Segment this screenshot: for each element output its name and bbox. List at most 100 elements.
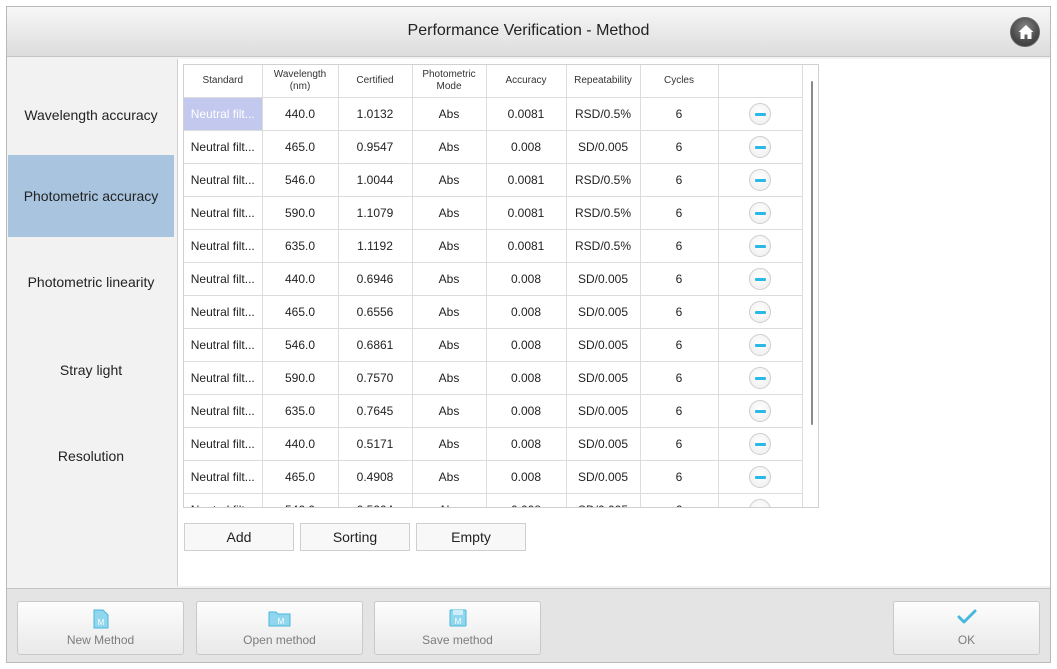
remove-row-button[interactable]	[749, 333, 771, 356]
cell-certified[interactable]: 0.6946	[338, 262, 413, 296]
cell-accuracy[interactable]: 0.008	[486, 493, 567, 507]
column-header-certified[interactable]: Certified	[338, 65, 413, 98]
column-header-standard[interactable]: Standard	[184, 65, 263, 98]
cell-accuracy[interactable]: 0.0081	[486, 163, 567, 197]
cell-cycles[interactable]: 6	[640, 163, 719, 197]
column-header-wavelength[interactable]: Wavelength (nm)	[262, 65, 339, 98]
sorting-button[interactable]: Sorting	[300, 523, 410, 551]
remove-row-button[interactable]	[749, 234, 771, 257]
cell-wavelength[interactable]: 440.0	[262, 97, 339, 131]
cell-standard[interactable]: Neutral filt...	[184, 196, 263, 230]
cell-wavelength[interactable]: 546.0	[262, 493, 339, 507]
table-scrollbar[interactable]	[811, 81, 813, 425]
cell-wavelength[interactable]: 465.0	[262, 295, 339, 329]
cell-repeatability[interactable]: SD/0.005	[566, 130, 641, 164]
open-method-button[interactable]: M Open method	[196, 601, 363, 655]
cell-wavelength[interactable]: 590.0	[262, 361, 339, 395]
cell-cycles[interactable]: 6	[640, 394, 719, 428]
sidebar-item-wavelength-accuracy[interactable]: Wavelength accuracy	[8, 74, 174, 156]
cell-certified[interactable]: 0.9547	[338, 130, 413, 164]
cell-standard[interactable]: Neutral filt...	[184, 163, 263, 197]
cell-certified[interactable]: 1.0044	[338, 163, 413, 197]
cell-standard[interactable]: Neutral filt...	[184, 394, 263, 428]
cell-standard[interactable]: Neutral filt...	[184, 130, 263, 164]
cell-standard[interactable]: Neutral filt...	[184, 229, 263, 263]
cell-accuracy[interactable]: 0.008	[486, 427, 567, 461]
cell-repeatability[interactable]: RSD/0.5%	[566, 196, 641, 230]
cell-certified[interactable]: 0.5171	[338, 427, 413, 461]
ok-button[interactable]: OK	[893, 601, 1040, 655]
cell-accuracy[interactable]: 0.0081	[486, 196, 567, 230]
cell-photometric-mode[interactable]: Abs	[412, 163, 487, 197]
cell-certified[interactable]: 0.7570	[338, 361, 413, 395]
cell-accuracy[interactable]: 0.0081	[486, 229, 567, 263]
cell-cycles[interactable]: 6	[640, 196, 719, 230]
cell-photometric-mode[interactable]: Abs	[412, 97, 487, 131]
cell-certified[interactable]: 0.5204	[338, 493, 413, 507]
cell-cycles[interactable]: 6	[640, 229, 719, 263]
cell-wavelength[interactable]: 546.0	[262, 328, 339, 362]
cell-accuracy[interactable]: 0.008	[486, 130, 567, 164]
cell-standard[interactable]: Neutral filt...	[184, 328, 263, 362]
cell-wavelength[interactable]: 590.0	[262, 196, 339, 230]
cell-photometric-mode[interactable]: Abs	[412, 361, 487, 395]
cell-cycles[interactable]: 6	[640, 460, 719, 494]
remove-row-button[interactable]	[749, 135, 771, 158]
column-header-accuracy[interactable]: Accuracy	[486, 65, 567, 98]
table-row[interactable]: Neutral filt... 546.0 0.6861 Abs 0.008 SD/0.0…	[184, 328, 803, 362]
cell-repeatability[interactable]: SD/0.005	[566, 361, 641, 395]
cell-certified[interactable]: 0.4908	[338, 460, 413, 494]
cell-photometric-mode[interactable]: Abs	[412, 295, 487, 329]
table-row[interactable]: Neutral filt... 635.0 0.7645 Abs 0.008 SD/0.0…	[184, 394, 803, 428]
cell-standard[interactable]: Neutral filt...	[184, 460, 263, 494]
cell-repeatability[interactable]: SD/0.005	[566, 262, 641, 296]
table-row[interactable]: Neutral filt... 440.0 0.6946 Abs 0.008 SD/0.0…	[184, 262, 803, 296]
remove-row-button[interactable]	[749, 498, 771, 507]
cell-accuracy[interactable]: 0.008	[486, 295, 567, 329]
cell-photometric-mode[interactable]: Abs	[412, 229, 487, 263]
table-row[interactable]: Neutral filt... 440.0 0.5171 Abs 0.008 SD/0.0…	[184, 427, 803, 461]
cell-cycles[interactable]: 6	[640, 97, 719, 131]
cell-photometric-mode[interactable]: Abs	[412, 493, 487, 507]
cell-repeatability[interactable]: RSD/0.5%	[566, 229, 641, 263]
remove-row-button[interactable]	[749, 300, 771, 323]
cell-wavelength[interactable]: 465.0	[262, 460, 339, 494]
remove-row-button[interactable]	[749, 399, 771, 422]
cell-wavelength[interactable]: 635.0	[262, 229, 339, 263]
table-row[interactable]: Neutral filt... 465.0 0.6556 Abs 0.008 SD/0.0…	[184, 295, 803, 329]
cell-photometric-mode[interactable]: Abs	[412, 427, 487, 461]
remove-row-button[interactable]	[749, 267, 771, 290]
home-button[interactable]	[1010, 17, 1040, 47]
method-table-container[interactable]: Standard Wavelength (nm) Certified Photo…	[183, 64, 819, 508]
cell-photometric-mode[interactable]: Abs	[412, 328, 487, 362]
cell-standard[interactable]: Neutral filt...	[184, 262, 263, 296]
cell-repeatability[interactable]: SD/0.005	[566, 460, 641, 494]
remove-row-button[interactable]	[749, 465, 771, 488]
cell-repeatability[interactable]: SD/0.005	[566, 427, 641, 461]
cell-cycles[interactable]: 6	[640, 361, 719, 395]
add-button[interactable]: Add	[184, 523, 294, 551]
cell-certified[interactable]: 1.1192	[338, 229, 413, 263]
cell-standard[interactable]: Neutral filt...	[184, 427, 263, 461]
cell-repeatability[interactable]: SD/0.005	[566, 394, 641, 428]
cell-certified[interactable]: 0.6556	[338, 295, 413, 329]
cell-photometric-mode[interactable]: Abs	[412, 394, 487, 428]
remove-row-button[interactable]	[749, 168, 771, 191]
cell-repeatability[interactable]: SD/0.005	[566, 493, 641, 507]
cell-standard[interactable]: Neutral filt...	[184, 361, 263, 395]
sidebar-item-photometric-accuracy[interactable]: Photometric accuracy	[8, 155, 174, 237]
save-method-button[interactable]: M Save method	[374, 601, 541, 655]
cell-photometric-mode[interactable]: Abs	[412, 130, 487, 164]
table-row[interactable]: Neutral filt... 546.0 1.0044 Abs 0.0081 RSD/0…	[184, 163, 803, 197]
cell-repeatability[interactable]: SD/0.005	[566, 295, 641, 329]
column-header-repeatability[interactable]: Repeatability	[566, 65, 641, 98]
table-row[interactable]: Neutral filt... 590.0 0.7570 Abs 0.008 SD/0.0…	[184, 361, 803, 395]
sidebar-item-resolution[interactable]: Resolution	[8, 415, 174, 497]
cell-photometric-mode[interactable]: Abs	[412, 196, 487, 230]
cell-accuracy[interactable]: 0.008	[486, 262, 567, 296]
new-method-button[interactable]: M New Method	[17, 601, 184, 655]
table-row[interactable]: Neutral filt... 590.0 1.1079 Abs 0.0081 RSD/0…	[184, 196, 803, 230]
cell-standard[interactable]: Neutral filt...	[184, 295, 263, 329]
cell-accuracy[interactable]: 0.0081	[486, 97, 567, 131]
cell-repeatability[interactable]: RSD/0.5%	[566, 163, 641, 197]
